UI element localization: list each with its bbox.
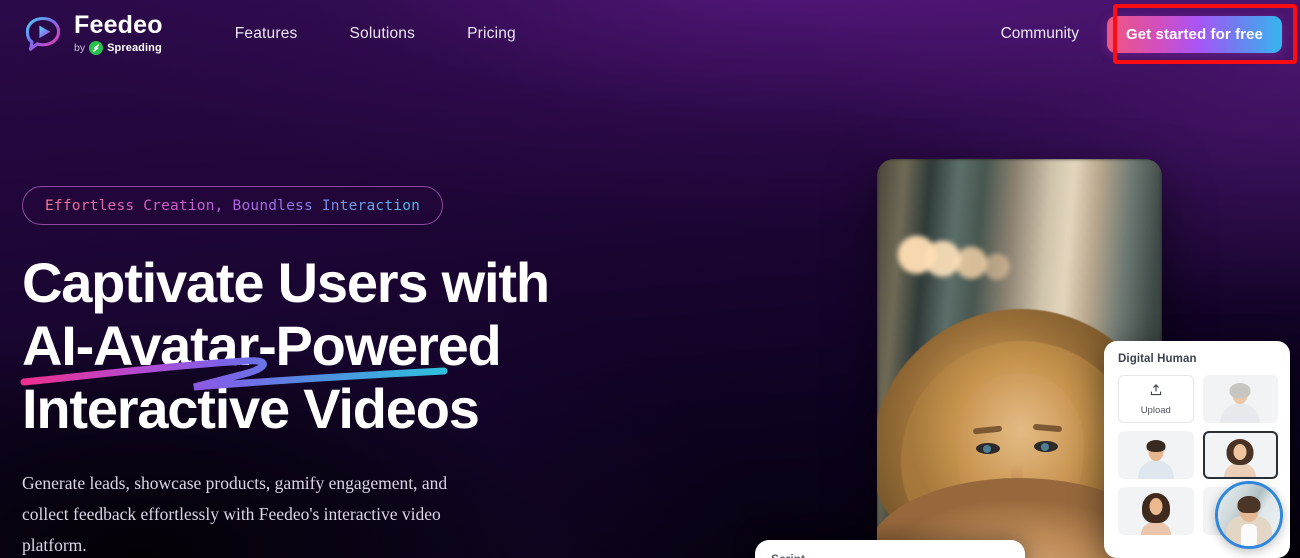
avatar-eye-right: [1034, 441, 1058, 452]
play-bubble-icon: [22, 13, 64, 55]
avatar-tile-senior-woman[interactable]: [1202, 375, 1279, 423]
headline-line-3: Interactive Videos: [22, 377, 480, 440]
hero-tagline-badge[interactable]: Effortless Creation, Boundless Interacti…: [22, 186, 444, 225]
brand-name: Feedeo: [74, 11, 163, 39]
hero-subcopy: Generate leads, showcase products, gamif…: [22, 473, 448, 555]
get-started-button[interactable]: Get started for free: [1106, 15, 1282, 53]
brand-logo[interactable]: Feedeo by Spreading: [22, 13, 163, 55]
hero-content: Effortless Creation, Boundless Interacti…: [20, 186, 642, 558]
upload-label: Upload: [1140, 404, 1171, 416]
avatar-tile-woman-dark-hair[interactable]: [1202, 431, 1278, 479]
nav-link-solutions[interactable]: Solutions: [350, 25, 416, 43]
nav-link-pricing[interactable]: Pricing: [467, 25, 516, 43]
site-header: Feedeo by Spreading Features Solutions P…: [0, 0, 1300, 68]
brand-parent-name: Spreading: [107, 41, 162, 54]
upload-tray-icon: [1149, 383, 1163, 402]
active-avatar-circle[interactable]: [1215, 481, 1283, 549]
digital-human-panel: Digital Human Upload: [1104, 341, 1290, 558]
avatar-thumb-senior-woman: [1203, 375, 1279, 423]
nav-link-community[interactable]: Community: [1001, 25, 1079, 43]
script-panel-title: Script: [771, 552, 1009, 558]
cta-wrapper: Get started for free: [1106, 15, 1282, 53]
main-navigation: Features Solutions Pricing: [235, 25, 516, 43]
upload-avatar-tile[interactable]: Upload: [1118, 375, 1194, 423]
brand-text-block: Feedeo by Spreading: [74, 13, 163, 55]
brand-by-label: by: [74, 41, 86, 54]
avatar-tile-woman-long-hair[interactable]: [1118, 487, 1194, 535]
hero-tagline-text: Effortless Creation, Boundless Interacti…: [45, 197, 421, 214]
script-panel[interactable]: Script: [755, 540, 1025, 558]
active-avatar-shirt: [1241, 524, 1257, 546]
headline-line-1: Captivate Users with: [22, 251, 550, 314]
avatar-eye-left: [976, 443, 1000, 454]
avatar-tile-young-man[interactable]: [1118, 431, 1194, 479]
active-avatar-hair: [1237, 496, 1261, 513]
headline-line-2: AI-Avatar-Powered: [22, 314, 502, 377]
nav-link-features[interactable]: Features: [235, 25, 298, 43]
spreading-s-icon: [89, 41, 104, 55]
header-actions: Community Get started for free: [1001, 15, 1282, 53]
avatar-thumb-woman-dark-hair: [1205, 433, 1277, 477]
avatar-thumb-young-man: [1118, 431, 1194, 479]
avatar-thumb-woman-long-hair: [1118, 487, 1194, 535]
digital-human-title: Digital Human: [1118, 353, 1197, 365]
landing-page-root: Feedeo by Spreading Features Solutions P…: [0, 0, 1300, 558]
hero-headline: Captivate Users with AI-Avatar-Powered I…: [20, 251, 642, 440]
brand-parent-row: by Spreading: [74, 41, 163, 55]
